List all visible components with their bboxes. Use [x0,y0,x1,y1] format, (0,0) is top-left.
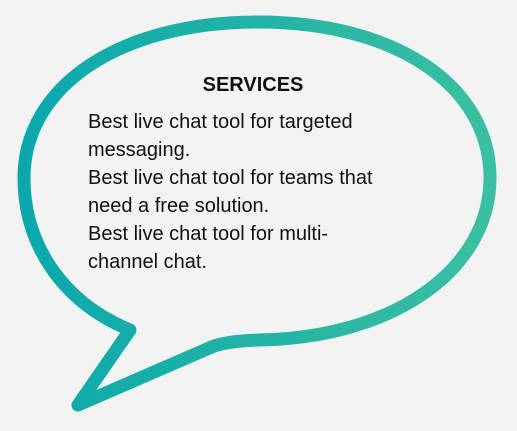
canvas: SERVICES Best live chat tool for targete… [0,0,517,431]
services-title: SERVICES [202,74,304,96]
service-line-2: messaging. [88,139,191,161]
service-line-6: channel chat. [88,251,207,273]
service-line-4: need a free solution. [88,195,270,217]
service-line-1: Best live chat tool for targeted [88,111,353,133]
service-line-3: Best live chat tool for teams that [88,167,373,189]
service-line-5: Best live chat tool for multi- [88,223,329,245]
bubble-content: SERVICES Best live chat tool for targete… [88,72,408,276]
